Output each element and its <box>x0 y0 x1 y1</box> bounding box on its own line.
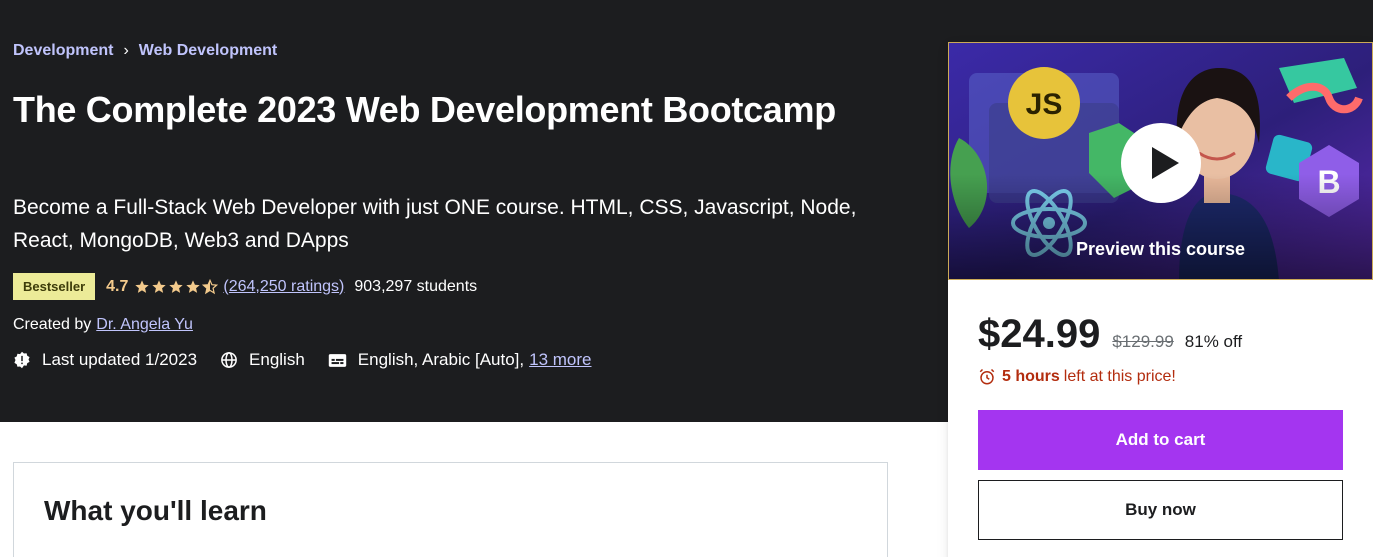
star-icon <box>169 279 184 293</box>
chevron-right-icon: › <box>123 42 129 59</box>
original-price: $129.99 <box>1112 332 1174 351</box>
price-row: $24.99 $129.99 81% off <box>978 312 1242 357</box>
breadcrumb-web-development[interactable]: Web Development <box>139 42 277 60</box>
instructor-link[interactable]: Dr. Angela Yu <box>96 316 193 334</box>
course-subtitle: Become a Full-Stack Web Developer with j… <box>13 196 857 252</box>
students-count: 903,297 students <box>354 277 478 295</box>
ratings-count-link[interactable]: (264,250 ratings) <box>223 278 344 296</box>
language-text: English <box>249 350 305 369</box>
timer-text: left at this price! <box>1063 368 1176 385</box>
price-timer: 5 hours left at this price! <box>978 368 1176 386</box>
rating-number: 4.7 <box>106 277 129 295</box>
breadcrumb: Development › Web Development <box>13 42 277 60</box>
purchase-sidebar: JS B Preview this course <box>948 42 1373 557</box>
current-price: $24.99 <box>978 312 1101 356</box>
star-icon <box>186 279 201 293</box>
bestseller-badge: Bestseller <box>13 273 96 300</box>
language: English <box>220 350 305 370</box>
rating-stars <box>134 278 219 295</box>
what-youll-learn-heading: What you'll learn <box>44 495 267 526</box>
what-youll-learn-section: What you'll learn <box>13 462 888 557</box>
captions: English, Arabic [Auto], 13 more <box>328 350 592 370</box>
alarm-clock-icon <box>979 368 995 385</box>
last-updated: Last updated 1/2023 <box>13 350 197 370</box>
buy-now-button[interactable]: Buy now <box>978 480 1343 540</box>
last-updated-text: Last updated 1/2023 <box>42 350 198 369</box>
star-icon <box>152 279 167 293</box>
rating-row: Bestseller 4.7 (264,250 ratings) 903,297… <box>13 273 477 300</box>
play-icon <box>1152 147 1179 179</box>
preview-course-label: Preview this course <box>1075 239 1246 259</box>
created-by-label: Created by <box>13 316 92 333</box>
play-button[interactable] <box>1121 123 1201 203</box>
course-title: The Complete 2023 Web Development Bootca… <box>13 89 836 130</box>
add-to-cart-button[interactable]: Add to cart <box>978 410 1343 470</box>
globe-icon <box>221 352 237 368</box>
star-half-icon <box>202 278 219 294</box>
timer-hours: 5 hours <box>1002 368 1060 385</box>
created-by: Created by Dr. Angela Yu <box>13 316 193 334</box>
alert-badge-icon <box>14 351 30 369</box>
star-icon <box>135 279 150 293</box>
breadcrumb-development[interactable]: Development <box>13 42 113 60</box>
captions-more-link[interactable]: 13 more <box>529 350 591 370</box>
course-meta: Last updated 1/2023 English English, Ara… <box>13 350 615 370</box>
captions-text: English, Arabic [Auto], <box>357 350 525 369</box>
closed-captions-icon <box>328 353 347 367</box>
course-preview[interactable]: JS B Preview this course <box>948 42 1373 280</box>
discount-percent: 81% off <box>1184 332 1243 351</box>
